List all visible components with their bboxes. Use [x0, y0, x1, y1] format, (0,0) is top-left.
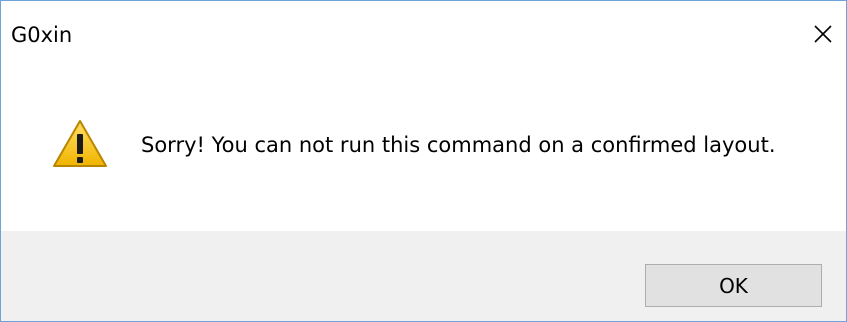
title-bar[interactable]: G0xin [1, 1, 846, 65]
button-bar: OK [1, 231, 846, 321]
dialog-content: Sorry! You can not run this command on a… [1, 65, 846, 231]
close-icon [814, 25, 832, 43]
message-text: Sorry! You can not run this command on a… [141, 133, 776, 157]
window-title: G0xin [11, 23, 73, 47]
message-dialog: G0xin Sorry! You can not run this comman… [0, 0, 847, 322]
close-button[interactable] [808, 17, 838, 51]
ok-button[interactable]: OK [645, 264, 822, 307]
warning-icon [53, 120, 107, 167]
